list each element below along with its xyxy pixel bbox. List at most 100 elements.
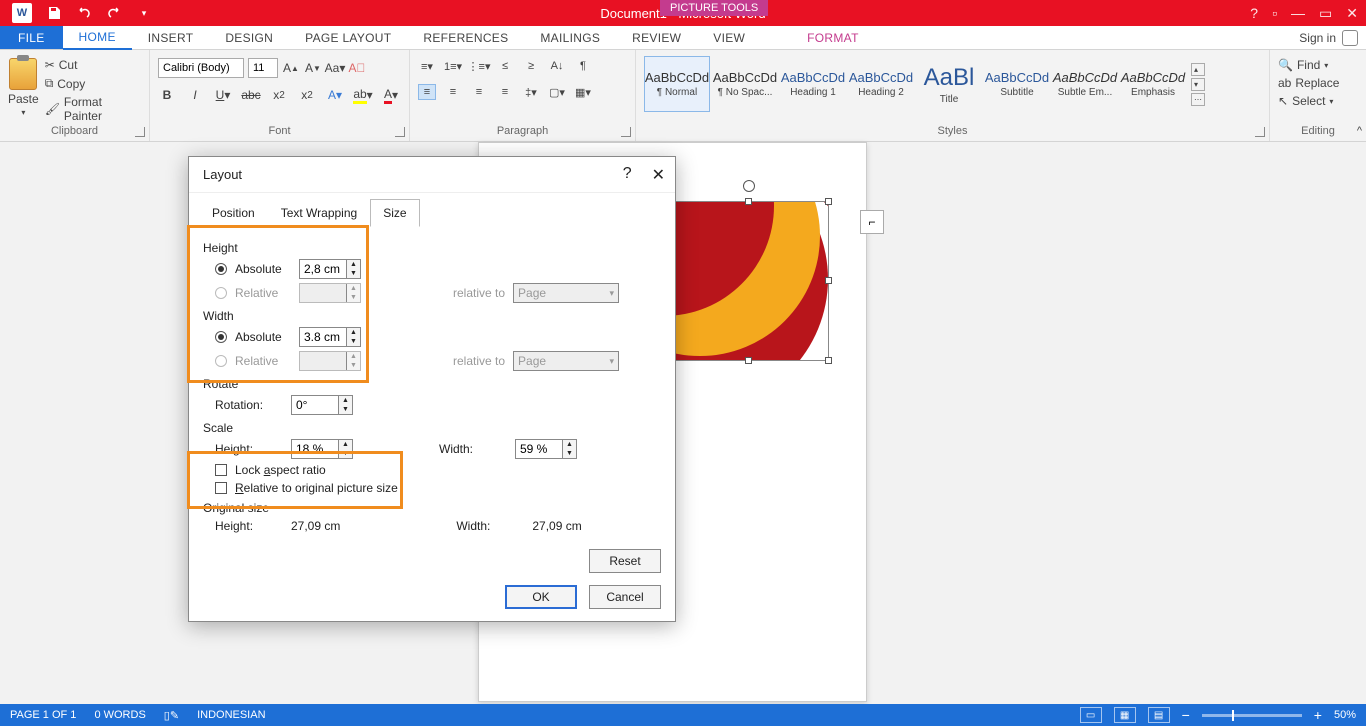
line-spacing-icon[interactable]: ‡▾ <box>522 84 540 100</box>
clear-formatting-icon[interactable]: A⃠ <box>348 59 366 77</box>
tab-mailings[interactable]: MAILINGS <box>524 26 616 49</box>
style-no-spacing[interactable]: AaBbCcDd¶ No Spac... <box>712 56 778 112</box>
text-effects-icon[interactable]: A▾ <box>326 86 344 104</box>
lock-aspect-checkbox[interactable] <box>215 464 227 476</box>
tab-view[interactable]: VIEW <box>697 26 761 49</box>
shading-icon[interactable]: ▢▾ <box>548 84 566 100</box>
spin-up-icon[interactable]: ▲ <box>563 440 576 449</box>
replace-button[interactable]: abReplace <box>1278 76 1358 90</box>
maximize-icon[interactable]: ▭ <box>1319 5 1332 22</box>
paste-button[interactable]: Paste ▾ <box>8 58 39 117</box>
height-absolute-spinner[interactable]: ▲▼ <box>299 259 361 279</box>
redo-icon[interactable] <box>106 5 122 21</box>
tab-design[interactable]: DESIGN <box>209 26 289 49</box>
height-absolute-radio[interactable] <box>215 263 227 275</box>
dialog-tab-size[interactable]: Size <box>370 199 419 227</box>
rotation-input[interactable] <box>292 396 338 414</box>
font-launcher-icon[interactable] <box>395 127 405 137</box>
ribbon-options-icon[interactable]: ▫ <box>1272 5 1277 22</box>
close-window-icon[interactable]: ✕ <box>1346 5 1358 22</box>
width-absolute-radio[interactable] <box>215 331 227 343</box>
zoom-slider[interactable] <box>1202 714 1302 717</box>
scale-height-input[interactable] <box>292 440 338 458</box>
relative-original-checkbox[interactable] <box>215 482 227 494</box>
style-subtitle[interactable]: AaBbCcDdSubtitle <box>984 56 1050 112</box>
align-right-icon[interactable]: ≡ <box>470 84 488 100</box>
multilevel-list-icon[interactable]: ⋮≡▾ <box>470 58 488 74</box>
style-emphasis[interactable]: AaBbCcDdEmphasis <box>1120 56 1186 112</box>
status-words[interactable]: 0 WORDS <box>94 709 145 721</box>
borders-icon[interactable]: ▦▾ <box>574 84 592 100</box>
layout-options-float-icon[interactable]: ⌐ <box>860 210 884 234</box>
spin-down-icon[interactable]: ▼ <box>339 405 352 414</box>
style-normal[interactable]: AaBbCcDd¶ Normal <box>644 56 710 112</box>
rotate-handle[interactable] <box>743 180 755 192</box>
tab-insert[interactable]: INSERT <box>132 26 210 49</box>
spin-down-icon[interactable]: ▼ <box>339 449 352 458</box>
underline-button[interactable]: U▾ <box>214 86 232 104</box>
dialog-close-icon[interactable]: ✕ <box>652 165 665 185</box>
ok-button[interactable]: OK <box>505 585 577 609</box>
resize-handle-br[interactable] <box>825 357 832 364</box>
style-title[interactable]: AaBlTitle <box>916 56 982 112</box>
spin-down-icon[interactable]: ▼ <box>347 269 360 278</box>
clipboard-launcher-icon[interactable] <box>135 127 145 137</box>
subscript-button[interactable]: x2 <box>270 86 288 104</box>
dialog-tab-position[interactable]: Position <box>199 199 268 227</box>
scale-height-spinner[interactable]: ▲▼ <box>291 439 353 459</box>
style-heading2[interactable]: AaBbCcDdHeading 2 <box>848 56 914 112</box>
scale-width-spinner[interactable]: ▲▼ <box>515 439 577 459</box>
tab-references[interactable]: REFERENCES <box>407 26 524 49</box>
width-relative-radio[interactable] <box>215 355 227 367</box>
dialog-tab-text-wrapping[interactable]: Text Wrapping <box>268 199 370 227</box>
show-marks-icon[interactable]: ¶ <box>574 58 592 74</box>
shrink-font-icon[interactable]: A▼ <box>304 59 322 77</box>
superscript-button[interactable]: x2 <box>298 86 316 104</box>
styles-launcher-icon[interactable] <box>1255 127 1265 137</box>
grow-font-icon[interactable]: A▲ <box>282 59 300 77</box>
status-page[interactable]: PAGE 1 OF 1 <box>10 709 76 721</box>
proofing-icon[interactable]: ▯✎ <box>164 709 179 722</box>
spin-up-icon[interactable]: ▲ <box>339 396 352 405</box>
minimize-icon[interactable]: — <box>1291 5 1305 22</box>
font-name-select[interactable] <box>158 58 244 78</box>
spin-up-icon[interactable]: ▲ <box>347 260 360 269</box>
decrease-indent-icon[interactable]: ≤ <box>496 58 514 74</box>
spin-up-icon[interactable]: ▲ <box>347 328 360 337</box>
view-read-mode-icon[interactable]: ▭ <box>1080 707 1102 723</box>
style-heading1[interactable]: AaBbCcDdHeading 1 <box>780 56 846 112</box>
align-left-icon[interactable]: ≡ <box>418 84 436 100</box>
font-size-select[interactable] <box>248 58 278 78</box>
resize-handle-tr[interactable] <box>825 198 832 205</box>
numbering-icon[interactable]: 1≡▾ <box>444 58 462 74</box>
view-print-layout-icon[interactable]: ▦ <box>1114 707 1136 723</box>
find-button[interactable]: 🔍Find▾ <box>1278 58 1358 72</box>
increase-indent-icon[interactable]: ≥ <box>522 58 540 74</box>
resize-handle-mr[interactable] <box>825 277 832 284</box>
save-icon[interactable] <box>46 5 62 21</box>
italic-button[interactable]: I <box>186 86 204 104</box>
view-web-layout-icon[interactable]: ▤ <box>1148 707 1170 723</box>
select-button[interactable]: ↖Select▾ <box>1278 94 1358 108</box>
justify-icon[interactable]: ≡ <box>496 84 514 100</box>
bold-button[interactable]: B <box>158 86 176 104</box>
spin-down-icon[interactable]: ▼ <box>347 337 360 346</box>
tab-format[interactable]: FORMAT <box>791 26 875 49</box>
help-icon[interactable]: ? <box>1250 5 1258 22</box>
format-painter-button[interactable]: 🖌Format Painter <box>45 95 141 123</box>
strikethrough-button[interactable]: abc <box>242 86 260 104</box>
undo-icon[interactable] <box>76 5 92 21</box>
font-color-icon[interactable]: A▾ <box>382 86 400 104</box>
bullets-icon[interactable]: ≡▾ <box>418 58 436 74</box>
dialog-help-icon[interactable]: ? <box>623 165 632 185</box>
cut-button[interactable]: ✂Cut <box>45 58 141 72</box>
zoom-in-icon[interactable]: + <box>1314 707 1322 723</box>
width-absolute-input[interactable] <box>300 328 346 346</box>
change-case-icon[interactable]: Aa▾ <box>326 59 344 77</box>
collapse-ribbon-icon[interactable]: ^ <box>1357 125 1362 137</box>
resize-handle-tm[interactable] <box>745 198 752 205</box>
height-relative-radio[interactable] <box>215 287 227 299</box>
width-absolute-spinner[interactable]: ▲▼ <box>299 327 361 347</box>
highlight-color-icon[interactable]: ab▾ <box>354 86 372 104</box>
zoom-level[interactable]: 50% <box>1334 709 1356 721</box>
